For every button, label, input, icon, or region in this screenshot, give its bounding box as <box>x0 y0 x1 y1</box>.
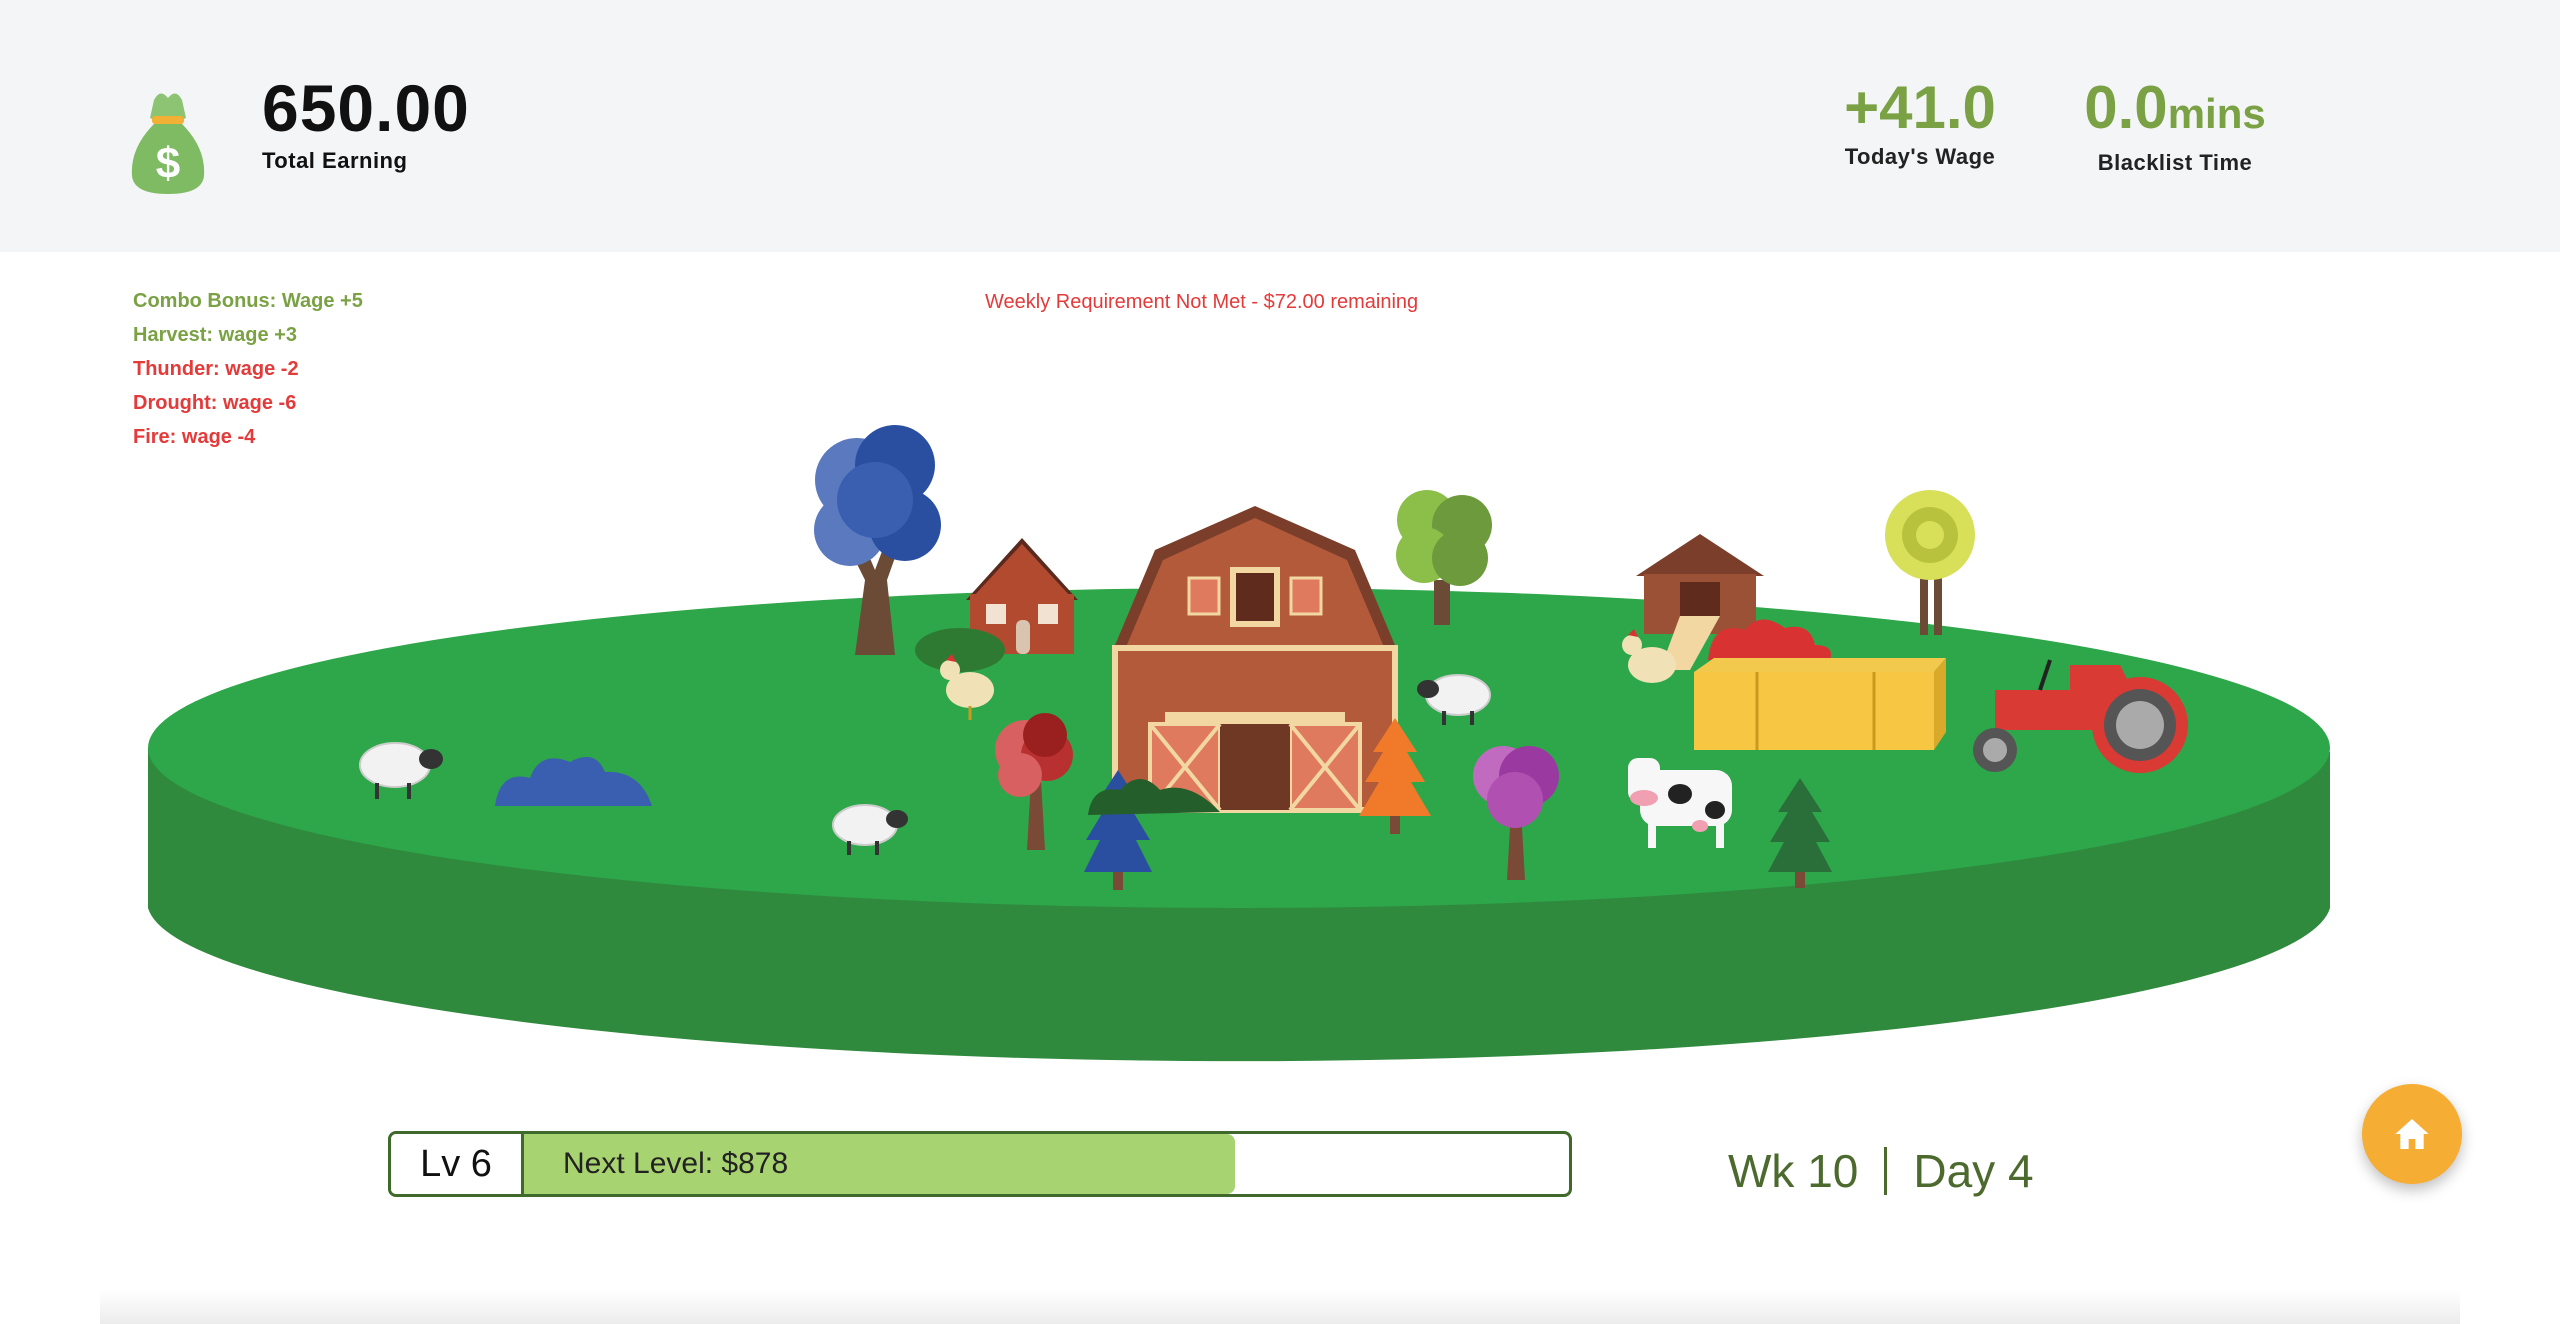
day-label: Day 4 <box>1913 1145 2034 1197</box>
yellow-tree <box>1885 490 1975 635</box>
event-thunder: Thunder: wage -2 <box>133 358 299 380</box>
bush <box>915 628 1005 672</box>
weekly-requirement-warning: Weekly Requirement Not Met - $72.00 rema… <box>985 291 1419 313</box>
week-day-divider <box>1884 1147 1888 1195</box>
wage-events-list: Combo Bonus: Wage +5 Harvest: wage +3 Th… <box>133 284 363 454</box>
event-drought: Drought: wage -6 <box>133 392 297 414</box>
event-harvest: Harvest: wage +3 <box>133 324 297 346</box>
hay-bales <box>1694 658 1946 750</box>
event-fire: Fire: wage -4 <box>133 426 256 448</box>
level-progress-bar: Lv 6 Next Level: $878 <box>388 1131 1572 1197</box>
week-label: Wk 10 <box>1728 1145 1859 1197</box>
barn <box>1112 506 1398 813</box>
home-button[interactable] <box>2362 1084 2462 1184</box>
home-icon <box>2395 1119 2429 1149</box>
next-level-label: Next Level: $878 <box>563 1147 789 1180</box>
event-combo-bonus: Combo Bonus: Wage +5 <box>133 290 363 312</box>
bottom-shadow <box>100 1290 2460 1324</box>
farm-scene <box>148 425 2330 1062</box>
level-label: Lv 6 <box>391 1134 524 1194</box>
week-day-indicator: Wk 10 Day 4 <box>1728 1144 2034 1198</box>
